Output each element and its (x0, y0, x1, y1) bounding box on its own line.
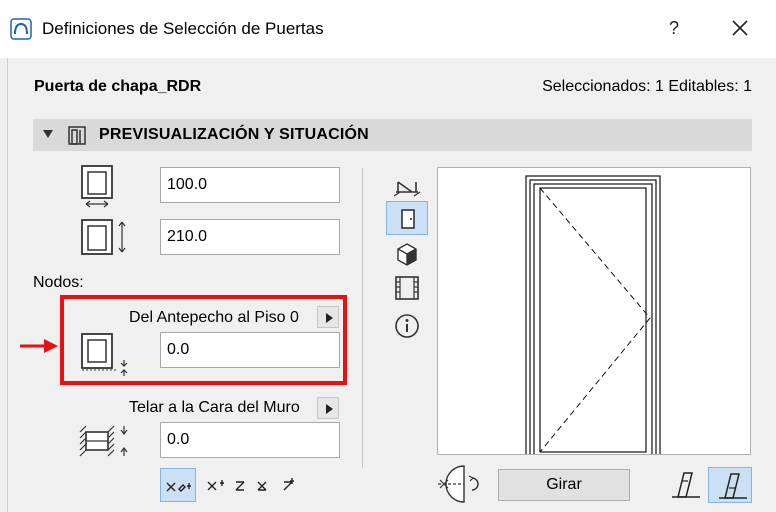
door-height-icon (81, 219, 126, 255)
mirror-left-button[interactable] (664, 467, 708, 503)
close-icon[interactable] (728, 16, 752, 40)
window-edge (0, 58, 8, 512)
reveal-input[interactable]: 0.0 (160, 422, 340, 458)
width-input[interactable]: 100.0 (160, 167, 340, 203)
title-bar: Definiciones de Selección de Puertas ? (0, 0, 776, 58)
door-elevation-view-button[interactable] (386, 201, 428, 235)
collapse-triangle-icon[interactable] (43, 130, 53, 138)
reveal-mode-plain-button[interactable] (232, 468, 254, 502)
door-mirror-left-icon (672, 472, 700, 498)
reveal-plain-icon (235, 481, 245, 491)
reveal-mode-both-button[interactable] (160, 468, 196, 502)
info-button[interactable] (386, 309, 428, 343)
reveal-mode-inner-button[interactable] (204, 468, 232, 502)
red-pointer-arrow-icon (20, 339, 58, 353)
rotate-button[interactable]: Girar (498, 469, 630, 501)
3d-view-button[interactable] (386, 237, 428, 271)
reveal-icon (79, 425, 128, 457)
section-view-button[interactable] (386, 271, 428, 305)
reveal-options-button[interactable] (317, 397, 339, 419)
reveal-mode-offset-button[interactable] (278, 468, 304, 502)
help-button[interactable]: ? (664, 18, 684, 39)
reveal-inner-icon (207, 480, 224, 491)
door-front-icon (401, 209, 415, 229)
door-elevation-drawing (525, 175, 661, 457)
nodes-label: Nodos: (33, 274, 84, 291)
selection-info: Seleccionados: 1 Editables: 1 (542, 78, 752, 95)
section-view-icon (395, 276, 419, 300)
mirror-right-button[interactable] (708, 467, 752, 503)
info-icon (395, 314, 419, 338)
door-orientation-icon[interactable] (436, 462, 490, 506)
reveal-both-icon (166, 482, 191, 492)
3d-cube-icon (397, 243, 417, 266)
panel-divider (362, 168, 363, 468)
section-header[interactable]: PREVISUALIZACIÓN Y SITUACIÓN (33, 119, 752, 151)
floor-plan-icon (393, 181, 421, 197)
reveal-mode-outer-button[interactable] (254, 468, 278, 502)
object-name: Puerta de chapa_RDR (34, 78, 202, 95)
door-width-icon (81, 165, 113, 208)
section-title: PREVISUALIZACIÓN Y SITUACIÓN (99, 126, 369, 143)
highlight-box (60, 295, 347, 385)
archicad-app-icon (10, 18, 32, 40)
reveal-label: Telar a la Cara del Muro (129, 399, 300, 416)
door-preview (437, 167, 751, 457)
height-input[interactable]: 210.0 (160, 219, 340, 255)
reveal-outer-icon (257, 481, 267, 491)
reveal-offset-icon (283, 478, 294, 491)
window-title: Definiciones de Selección de Puertas (42, 19, 324, 38)
door-mirror-right-icon (719, 473, 747, 499)
door-section-icon (68, 126, 86, 145)
floor-plan-view-button[interactable] (386, 168, 428, 202)
play-arrow-icon (326, 404, 333, 414)
